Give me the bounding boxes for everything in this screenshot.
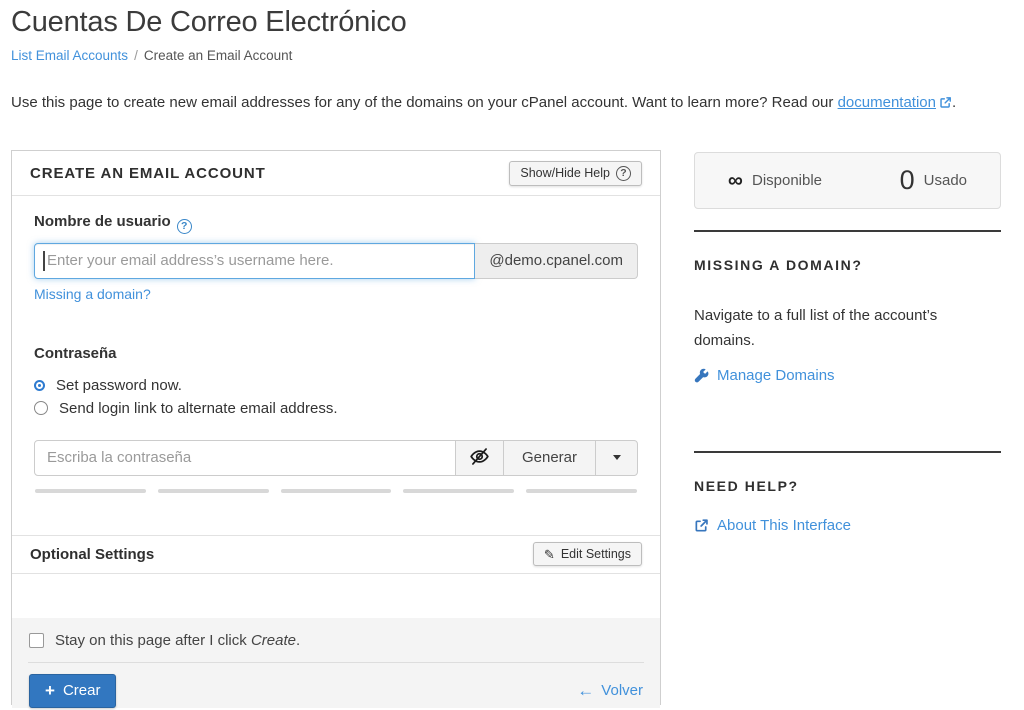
page-title: Cuentas De Correo Electrónico (11, 3, 1010, 42)
stay-label-prefix: Stay on this page after I click (55, 632, 251, 649)
edit-settings-button[interactable]: ✎ Edit Settings (533, 542, 642, 566)
breadcrumb-separator: / (134, 48, 138, 63)
password-label: Contraseña (34, 345, 638, 362)
about-this-interface-link[interactable]: About This Interface (717, 517, 851, 534)
radio-selected-icon (36, 382, 43, 389)
plus-icon: + (45, 682, 55, 699)
arrow-left-icon: ← (577, 682, 594, 699)
missing-domain-link[interactable]: Missing a domain? (34, 286, 151, 302)
username-help-icon[interactable]: ? (177, 219, 192, 234)
toggle-password-visibility-button[interactable] (455, 440, 504, 476)
page: Cuentas De Correo Electrónico List Email… (0, 0, 1024, 705)
username-input[interactable] (34, 243, 475, 279)
intro-text: Use this page to create new email addres… (11, 94, 833, 111)
wrench-icon (694, 368, 709, 383)
manage-domains-link[interactable]: Manage Domains (717, 367, 835, 384)
panel-body: Nombre de usuario? @demo.cpanel.com Miss… (12, 196, 660, 493)
usage-stats-box: ∞ Disponible 0 Usado (694, 152, 1001, 209)
external-link-icon (694, 518, 709, 533)
missing-domain-heading: MISSING A DOMAIN? (694, 257, 1001, 273)
radio-send-login-label: Send login link to alternate email addre… (59, 397, 338, 420)
radio-set-password-now[interactable]: Set password now. (34, 374, 638, 397)
used-stat: 0 Usado (900, 167, 967, 194)
strength-bar (35, 489, 146, 493)
available-label: Disponible (752, 172, 822, 189)
password-input[interactable] (34, 440, 456, 476)
panel-title: CREATE AN EMAIL ACCOUNT (30, 165, 266, 182)
stay-label-suffix: . (296, 632, 300, 649)
strength-bar (281, 489, 392, 493)
intro-suffix: . (952, 94, 956, 111)
username-input-group: @demo.cpanel.com (34, 243, 638, 279)
need-help-heading: NEED HELP? (694, 478, 1001, 494)
strength-bar (158, 489, 269, 493)
strength-bar (526, 489, 637, 493)
used-label: Usado (924, 172, 967, 189)
caret-down-icon (613, 455, 621, 460)
stay-on-page-checkbox[interactable] (29, 633, 44, 648)
back-link-label: Volver (601, 682, 643, 699)
strength-bar (403, 489, 514, 493)
create-button[interactable]: + Crear (29, 674, 116, 708)
edit-settings-label: Edit Settings (561, 547, 631, 561)
password-radio-group: Set password now. Send login link to alt… (34, 374, 638, 420)
external-link-icon (939, 96, 952, 113)
about-interface-row: About This Interface (694, 517, 1001, 534)
footer-actions: + Crear ← Volver (12, 663, 660, 708)
radio-set-password-label: Set password now. (56, 374, 182, 397)
panel-header: CREATE AN EMAIL ACCOUNT Show/Hide Help ? (12, 151, 660, 196)
intro-paragraph: Use this page to create new email addres… (11, 94, 1010, 113)
breadcrumb-list-email-accounts[interactable]: List Email Accounts (11, 48, 128, 63)
create-button-label: Crear (63, 682, 101, 699)
optional-settings-label: Optional Settings (30, 546, 154, 563)
show-hide-help-button[interactable]: Show/Hide Help ? (509, 161, 642, 186)
used-value: 0 (900, 167, 915, 194)
available-stat: ∞ Disponible (728, 170, 822, 191)
stay-label-emphasis: Create (251, 632, 296, 649)
stay-on-page-row: Stay on this page after I click Create. (12, 618, 660, 662)
sidebar: ∞ Disponible 0 Usado MISSING A DOMAIN? N… (694, 150, 1001, 533)
help-circle-icon: ? (616, 166, 631, 181)
optional-settings-empty-area (12, 574, 660, 618)
breadcrumb-current: Create an Email Account (144, 48, 293, 63)
breadcrumb: List Email Accounts / Create an Email Acco… (11, 48, 1010, 63)
domain-addon: @demo.cpanel.com (475, 243, 638, 279)
stay-on-page-label: Stay on this page after I click Create. (55, 632, 300, 649)
eye-slash-icon (469, 446, 490, 470)
text-cursor (43, 251, 45, 271)
username-label-text: Nombre de usuario (34, 213, 171, 230)
generate-options-dropdown[interactable] (595, 440, 638, 476)
password-input-group: Generar (34, 440, 638, 476)
password-strength-meter (34, 489, 638, 493)
content: CREATE AN EMAIL ACCOUNT Show/Hide Help ?… (11, 150, 1010, 705)
generate-password-button[interactable]: Generar (503, 440, 596, 476)
missing-domain-text: Navigate to a full list of the account’s… (694, 303, 1001, 353)
sidebar-divider (694, 451, 1001, 453)
show-hide-help-label: Show/Hide Help (520, 166, 610, 180)
documentation-link[interactable]: documentation (838, 94, 936, 111)
radio-send-login-link[interactable]: Send login link to alternate email addre… (34, 397, 638, 420)
back-link[interactable]: ← Volver (577, 682, 643, 699)
sidebar-divider (694, 230, 1001, 232)
pencil-icon: ✎ (544, 548, 555, 561)
radio-unselected-icon (34, 401, 48, 415)
create-email-panel: CREATE AN EMAIL ACCOUNT Show/Hide Help ?… (11, 150, 661, 705)
optional-settings-row: Optional Settings ✎ Edit Settings (12, 535, 660, 574)
panel-footer: Stay on this page after I click Create. … (12, 618, 660, 708)
username-label: Nombre de usuario? (34, 213, 638, 234)
infinity-icon: ∞ (728, 170, 743, 191)
manage-domains-row: Manage Domains (694, 367, 1001, 384)
